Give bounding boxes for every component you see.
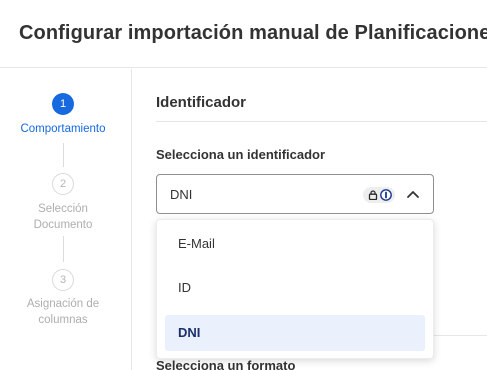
main-panel: Identificador Selecciona un identificado… xyxy=(132,69,487,370)
step-label: Comportamiento xyxy=(20,123,106,135)
step-connector xyxy=(63,143,64,167)
option-email[interactable]: E-Mail xyxy=(165,226,425,262)
wizard-stepper: 1 Comportamiento 2 Selección Documento 3… xyxy=(0,69,132,370)
identifier-select-value: DNI xyxy=(170,187,193,202)
step-label: Selección Documento xyxy=(33,203,93,231)
identifier-select[interactable]: DNI xyxy=(156,174,434,214)
page-header: Configurar importación manual de Planifi… xyxy=(0,0,487,68)
step-connector xyxy=(63,236,64,262)
step-number-3: 3 xyxy=(52,269,74,291)
page-title: Configurar importación manual de Planifi… xyxy=(19,22,487,44)
identifier-dropdown-menu: E-Mail ID DNI xyxy=(156,219,434,359)
password-manager-badge[interactable] xyxy=(363,187,395,203)
step-label: Asignación de columnas xyxy=(26,298,100,326)
section-divider xyxy=(434,335,487,336)
lock-icon xyxy=(368,190,378,200)
identifier-field-label: Selecciona un identificador xyxy=(156,147,326,162)
section-title: Identificador xyxy=(156,94,247,111)
step-number-1: 1 xyxy=(52,93,74,115)
chevron-up-icon[interactable] xyxy=(406,189,420,199)
step-number-2: 2 xyxy=(52,173,74,195)
option-id[interactable]: ID xyxy=(165,270,425,306)
format-field-label: Selecciona un formato xyxy=(156,358,296,370)
section-divider xyxy=(156,121,487,122)
keyhole-icon xyxy=(380,189,392,201)
option-dni[interactable]: DNI xyxy=(165,315,425,351)
